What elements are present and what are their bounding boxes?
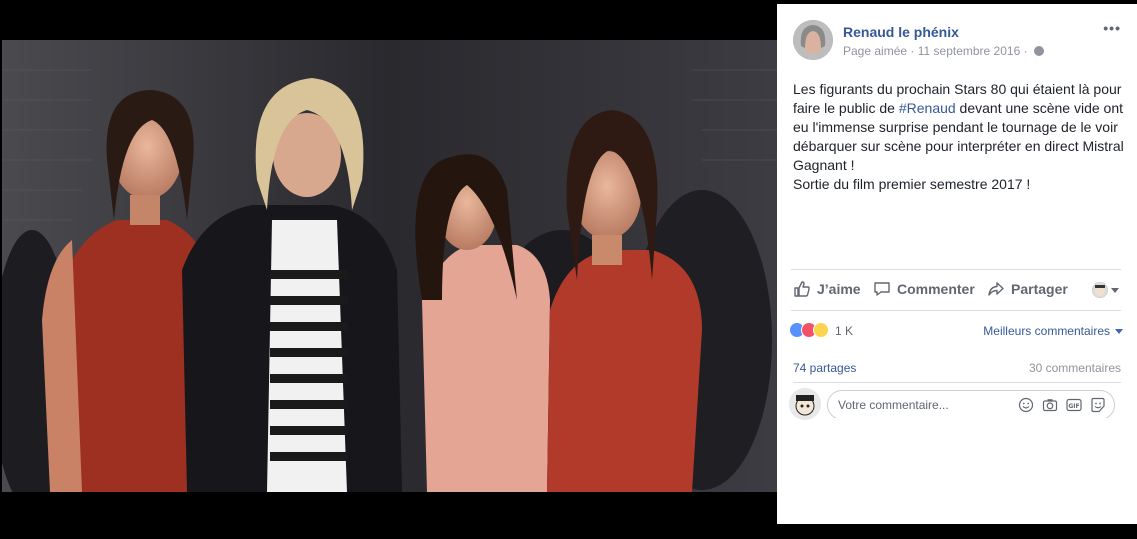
post-text: Les figurants du prochain Stars 80 qui é… (793, 80, 1127, 194)
avatar-image (793, 20, 833, 60)
page-name-link[interactable]: Renaud le phénix (843, 24, 959, 40)
post-photo[interactable] (2, 40, 777, 492)
like-button[interactable]: J’aime (793, 280, 861, 298)
reaction-count[interactable]: 1 K (835, 324, 853, 338)
comment-sort-label: Meilleurs commentaires (983, 324, 1110, 338)
blank-area (826, 418, 1116, 524)
more-options-icon[interactable]: ••• (1103, 20, 1121, 36)
emoji-icon[interactable] (1018, 397, 1034, 413)
counts-row: 74 partages 30 commentaires (793, 361, 1121, 381)
share-label: Partager (1011, 281, 1068, 297)
comment-label: Commenter (897, 281, 975, 297)
comment-sort-dropdown[interactable]: Meilleurs commentaires (983, 324, 1123, 338)
globe-icon (1033, 46, 1044, 56)
reaction-profile-selector[interactable] (1092, 282, 1119, 298)
speech-bubble-icon (874, 282, 890, 296)
chevron-down-icon (1111, 287, 1119, 293)
hashtag-link[interactable]: #Renaud (899, 100, 956, 116)
commenter-avatar-image (789, 388, 821, 420)
comment-tools: GIF (1018, 397, 1106, 413)
page-status: Page aimée (843, 44, 908, 58)
sort-chevron-down-icon (1115, 328, 1123, 334)
meta-separator: · (910, 44, 915, 58)
comment-composer: GIF (789, 388, 1121, 422)
meta-separator-2: · (1023, 44, 1028, 58)
camera-icon[interactable] (1042, 397, 1058, 413)
action-bar: J’aime Commenter Partager (791, 269, 1121, 311)
share-button[interactable]: Partager (987, 280, 1068, 298)
comment-button[interactable]: Commenter (873, 280, 975, 298)
divider (793, 382, 1121, 383)
post-text-paragraph-1: Les figurants du prochain Stars 80 qui é… (793, 80, 1127, 175)
photo-viewer (0, 0, 777, 539)
post-text-paragraph-2: Sortie du film premier semestre 2017 ! (793, 176, 1031, 192)
comments-count: 30 commentaires (1028, 361, 1121, 375)
comment-box: GIF (827, 390, 1115, 420)
svg-text:GIF: GIF (1068, 403, 1079, 410)
like-label: J’aime (817, 281, 861, 297)
comment-input[interactable] (838, 397, 988, 413)
gif-icon[interactable]: GIF (1066, 397, 1082, 413)
shares-count-link[interactable]: 74 partages (793, 361, 856, 375)
post-date[interactable]: 11 septembre 2016 (918, 44, 1021, 58)
commenter-avatar (789, 388, 821, 420)
thumbs-up-icon (794, 281, 810, 297)
post-header: Renaud le phénix Page aimée · 11 septemb… (793, 20, 1125, 64)
wow-reaction-icon[interactable] (813, 322, 829, 338)
concert-photo-illustration (2, 40, 777, 492)
sticker-icon[interactable] (1090, 397, 1106, 413)
post-meta: Page aimée · 11 septembre 2016 · (843, 44, 1044, 58)
profile-mini-image (1092, 282, 1108, 298)
page-avatar[interactable] (793, 20, 833, 60)
reactions-row: 1 K Meilleurs commentaires (789, 320, 1123, 342)
share-arrow-icon (988, 282, 1004, 296)
profile-mini-avatar (1092, 282, 1108, 298)
